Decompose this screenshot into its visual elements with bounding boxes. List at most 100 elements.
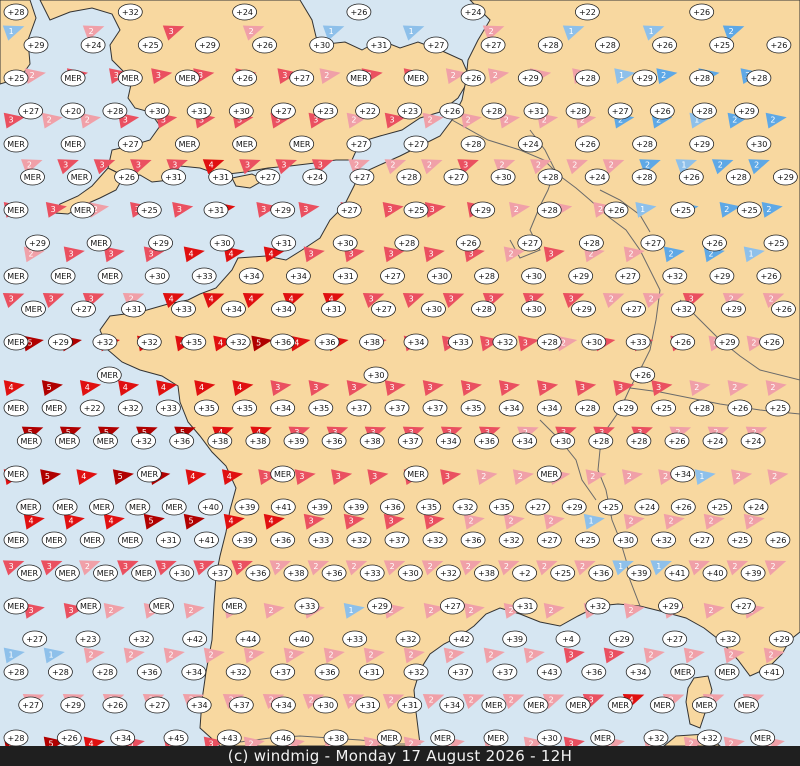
temperature-bubble-icon: +32 [435,564,461,582]
svg-text:+32: +32 [122,8,139,17]
svg-text:3: 3 [136,161,141,170]
temperature-bubble-icon: +30 [550,432,576,450]
temperature-bubble-icon: +36 [136,663,162,681]
svg-text:+28: +28 [400,173,417,182]
svg-text:+40: +40 [293,635,310,644]
temperature-bubble-icon: MER [734,696,759,714]
temperature-bubble-icon: +26 [702,234,727,252]
svg-text:+27: +27 [353,173,370,182]
svg-text:+27: +27 [375,305,392,314]
svg-text:+27: +27 [521,239,538,248]
temperature-bubble-icon: +26 [56,729,82,747]
svg-text:+27: +27 [122,140,139,149]
temperature-bubble-icon: +46 [270,729,296,747]
svg-text:2: 2 [469,695,474,704]
svg-text:4: 4 [237,383,242,392]
temperature-bubble-icon: +32 [715,630,741,648]
temperature-bubble-icon: +26 [759,333,784,351]
svg-text:+26: +26 [669,437,686,446]
temperature-bubble-icon: +28 [689,399,715,417]
temperature-bubble-icon: +24 [702,432,728,450]
svg-text:MER: MER [71,173,89,182]
svg-text:2: 2 [488,650,493,659]
temperature-bubble-icon: +36 [169,432,195,450]
svg-text:+32: +32 [503,536,520,545]
temperature-bubble-icon: +24 [80,36,106,54]
svg-text:1: 1 [649,27,654,36]
temperature-bubble-icon: +28 [575,399,600,417]
svg-text:3: 3 [388,249,393,258]
svg-text:2: 2 [47,116,52,125]
temperature-bubble-icon: +28 [536,333,562,351]
svg-text:+27: +27 [341,206,358,215]
svg-text:MER: MER [293,140,311,149]
temperature-bubble-icon: +24 [584,168,610,186]
svg-text:+32: +32 [133,635,150,644]
svg-text:+31: +31 [191,107,208,116]
svg-text:MER: MER [64,140,82,149]
svg-text:1: 1 [569,27,574,36]
svg-text:1: 1 [329,27,334,36]
temperature-bubble-icon: +29 [470,201,496,219]
temperature-bubble-icon: MER [79,531,105,549]
svg-text:1: 1 [681,161,686,170]
svg-text:+34: +34 [243,272,260,281]
temperature-bubble-icon: +28 [102,102,128,120]
svg-text:4: 4 [209,294,214,303]
svg-text:+25: +25 [554,569,571,578]
svg-text:+39: +39 [236,536,253,545]
svg-text:+37: +37 [496,668,513,677]
svg-text:MER: MER [122,536,140,545]
temperature-bubble-icon: +27 [730,597,756,615]
svg-text:4: 4 [161,383,166,392]
svg-text:2: 2 [504,116,509,125]
svg-text:MER: MER [122,74,140,83]
svg-text:MER: MER [236,140,254,149]
temperature-bubble-icon: +41 [194,531,219,549]
temperature-bubble-icon: MER [649,696,675,714]
temperature-bubble-icon: +27 [443,168,469,186]
temperature-bubble-icon: MER [55,564,80,582]
svg-text:+27: +27 [529,503,546,512]
svg-text:MER: MER [434,734,452,743]
svg-text:+41: +41 [669,569,686,578]
svg-text:MER: MER [101,371,119,380]
temperature-bubble-icon: +25 [550,564,576,582]
svg-text:+32: +32 [440,569,457,578]
svg-text:2: 2 [748,517,753,526]
svg-text:2: 2 [609,161,614,170]
svg-text:4: 4 [268,249,273,258]
svg-text:3: 3 [463,161,468,170]
temperature-bubble-icon: +26 [346,3,372,21]
svg-text:3: 3 [336,472,341,481]
svg-text:5: 5 [256,338,261,347]
temperature-bubble-icon: +30 [490,168,516,186]
svg-text:+37: +37 [274,668,291,677]
svg-text:MER: MER [7,536,25,545]
svg-text:+40: +40 [707,569,724,578]
svg-text:+27: +27 [75,305,92,314]
temperature-bubble-icon: +29 [517,69,543,87]
svg-text:+25: +25 [142,41,159,50]
svg-text:2: 2 [598,205,603,214]
svg-text:+38: +38 [328,734,345,743]
temperature-bubble-icon: +27 [607,102,633,120]
svg-text:+29: +29 [738,107,755,116]
temperature-bubble-icon: +32 [671,300,696,318]
svg-text:1: 1 [619,71,624,80]
svg-text:MER: MER [696,701,714,710]
svg-text:+26: +26 [654,107,671,116]
svg-text:2: 2 [729,27,734,36]
svg-text:2: 2 [108,606,113,615]
svg-text:2: 2 [448,650,453,659]
svg-text:2: 2 [328,650,333,659]
temperature-bubble-icon: +30 [397,564,423,582]
temperature-bubble-icon: +34 [403,333,429,351]
temperature-bubble-icon: +32 [395,630,421,648]
temperature-bubble-icon: +24 [743,498,769,516]
temperature-bubble-icon: MER [97,267,123,285]
svg-text:+34: +34 [225,305,242,314]
svg-text:+26: +26 [61,734,78,743]
svg-text:3: 3 [542,383,547,392]
temperature-bubble-icon: +23 [313,102,338,120]
